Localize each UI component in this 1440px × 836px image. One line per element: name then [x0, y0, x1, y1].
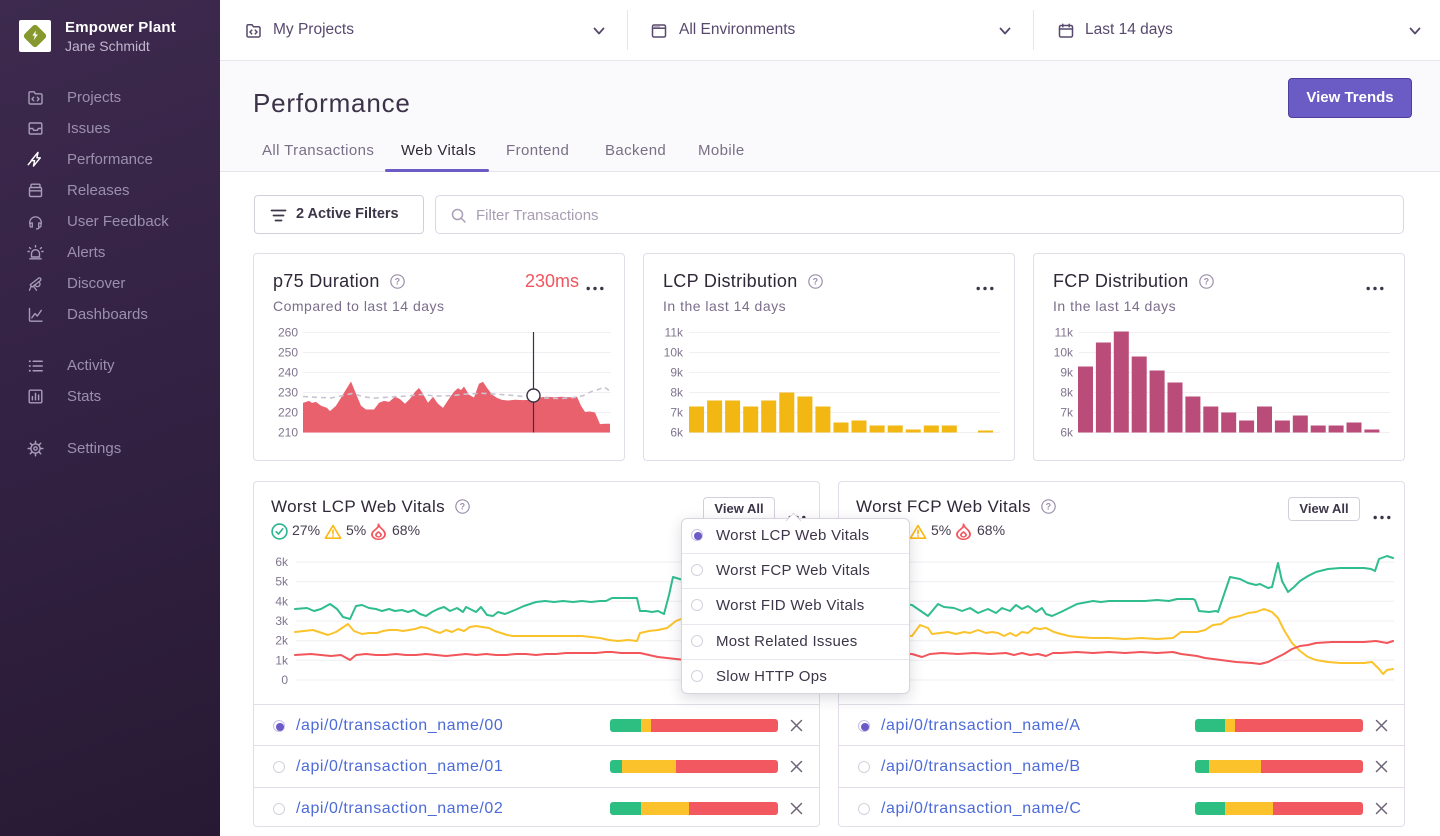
svg-text:6k: 6k — [1060, 426, 1074, 440]
svg-text:8k: 8k — [1060, 386, 1074, 400]
svg-text:3k: 3k — [275, 614, 289, 628]
svg-text:7k: 7k — [1060, 406, 1074, 420]
svg-text:11k: 11k — [665, 326, 684, 340]
svg-text:4k: 4k — [275, 594, 289, 608]
svg-text:10k: 10k — [664, 346, 684, 360]
svg-text:6k: 6k — [275, 555, 289, 569]
svg-text:230: 230 — [278, 386, 298, 400]
svg-text:9k: 9k — [1060, 366, 1074, 380]
svg-text:7k: 7k — [670, 406, 684, 420]
svg-text:5k: 5k — [275, 575, 289, 589]
svg-text:260: 260 — [278, 326, 298, 340]
svg-text:250: 250 — [278, 346, 298, 360]
svg-text:0: 0 — [281, 673, 288, 687]
svg-text:220: 220 — [278, 406, 298, 420]
svg-text:10k: 10k — [1054, 346, 1074, 360]
svg-text:9k: 9k — [670, 366, 684, 380]
svg-text:210: 210 — [278, 426, 298, 440]
svg-text:2k: 2k — [275, 634, 289, 648]
svg-text:6k: 6k — [670, 426, 684, 440]
svg-text:11k: 11k — [1055, 326, 1074, 340]
svg-text:240: 240 — [278, 366, 298, 380]
svg-text:1k: 1k — [275, 653, 289, 667]
svg-text:8k: 8k — [670, 386, 684, 400]
